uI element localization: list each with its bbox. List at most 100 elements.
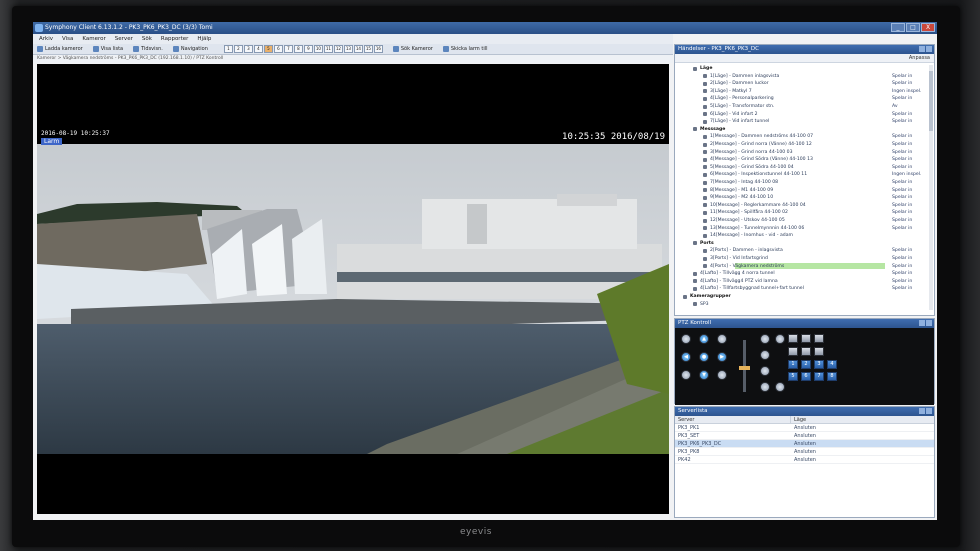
pan-up-button[interactable]: ▲ [699, 334, 709, 344]
zoom-slider-knob[interactable] [739, 366, 750, 371]
zoom-out-button[interactable] [717, 334, 727, 344]
menu-item[interactable]: Server [115, 34, 133, 44]
toolbar-button[interactable]: Sök Kameror [392, 44, 433, 55]
preset-number-button[interactable]: 3 [814, 360, 824, 369]
tree-item[interactable]: 3[Läge] - Matkyl 7 Ingen inspel. [675, 88, 934, 95]
server-row[interactable]: PK42 Ansluten [675, 456, 934, 464]
preset-icon[interactable] [775, 334, 785, 344]
layout-button[interactable]: 13 [343, 45, 353, 53]
layout-button[interactable]: 2 [233, 45, 243, 53]
pan-right-button[interactable]: ▶ [717, 352, 727, 362]
tree-item[interactable]: SP3 [675, 301, 934, 308]
focus-near-button[interactable] [681, 370, 691, 380]
preset-number-button[interactable]: 6 [801, 372, 811, 381]
preset-icon[interactable] [775, 382, 785, 392]
toolbar-button[interactable]: Visa lista [92, 44, 123, 55]
tree-item[interactable]: 4[Läge] - Personalparkering Spelar in [675, 95, 934, 102]
column-state[interactable]: Läge [791, 416, 806, 423]
server-row[interactable]: PK3_SET Ansluten [675, 432, 934, 440]
tree-item[interactable]: 6[Message] - Inspektionstunnel 44-100 11… [675, 171, 934, 178]
server-row[interactable]: PK3_PK6_PK3_DC Ansluten [675, 440, 934, 448]
maximize-button[interactable]: □ [906, 23, 920, 32]
ptz-function-button[interactable] [801, 347, 811, 356]
tree-item[interactable]: 7[Läge] - Vid infart tunnel Spelar in [675, 118, 934, 125]
panel-close-icon[interactable] [926, 320, 932, 326]
menu-item[interactable]: Visa [62, 34, 73, 44]
ptz-function-button[interactable] [788, 334, 798, 343]
tree-item[interactable]: 4[Ports] - Vägkamera nedströms Spelar in [675, 263, 934, 270]
preset-number-button[interactable]: 4 [827, 360, 837, 369]
layout-button[interactable]: 9 [303, 45, 313, 53]
minimize-button[interactable]: _ [891, 23, 905, 32]
toolbar-button[interactable]: Ladda kameror [37, 44, 83, 55]
tree-item[interactable]: 6[Läge] - Vid infart 2 Spelar in [675, 111, 934, 118]
tree-group[interactable]: Ports [675, 240, 934, 247]
column-server[interactable]: Server [675, 416, 791, 423]
preset-number-button[interactable]: 2 [801, 360, 811, 369]
panel-pin-icon[interactable] [919, 408, 925, 414]
layout-button[interactable]: 6 [273, 45, 283, 53]
layout-button[interactable]: 12 [333, 45, 343, 53]
layout-button[interactable]: 10 [313, 45, 323, 53]
tree-item[interactable]: 4[Message] - Grind Södra (Vänne) 44-100 … [675, 156, 934, 163]
tree-item[interactable]: 12[Message] - Utskov 44-100 05 Spelar in [675, 217, 934, 224]
tree-item[interactable]: 5[Läge] - Transformator stn. Av [675, 103, 934, 110]
server-row[interactable]: PK3_PK8 Ansluten [675, 448, 934, 456]
layout-button[interactable]: 8 [293, 45, 303, 53]
layout-button[interactable]: 1 [223, 45, 233, 53]
tree-item[interactable]: 7[Message] - Intag 44-100 08 Spelar in [675, 179, 934, 186]
ptz-function-button[interactable] [801, 334, 811, 343]
menu-item[interactable]: Rapporter [161, 34, 188, 44]
menu-item[interactable]: Arkiv [39, 34, 53, 44]
toolbar-button[interactable]: Skicka larm till [442, 44, 488, 55]
menu-item[interactable]: Kameror [82, 34, 105, 44]
preset-number-button[interactable]: 5 [788, 372, 798, 381]
toolbar-button[interactable]: Tidsvisn. [133, 44, 163, 55]
tree-item[interactable]: 4[Lafto] - Tillfartsbyggnad tunnel+fart … [675, 285, 934, 292]
tree-item[interactable]: 13[Message] - Tunnelmynnnin 44-100 06 Spe… [675, 225, 934, 232]
panel-close-icon[interactable] [926, 46, 932, 52]
close-button[interactable]: X [921, 23, 935, 32]
focus-far-button[interactable] [717, 370, 727, 380]
tree-item[interactable]: 9[Message] - M2 44-100 10 Spelar in [675, 194, 934, 201]
panel-pin-icon[interactable] [919, 320, 925, 326]
tree-item[interactable]: 2[Ports] - Dammen - inlagsvista Spelar in [675, 247, 934, 254]
tree-item[interactable]: 11[Message] - Spillfåra 44-100 02 Spelar … [675, 209, 934, 216]
tree-item[interactable]: 3[Message] - Grind norra 44-100 03 Spelar… [675, 149, 934, 156]
server-row[interactable]: PK3_PK1 Ansluten [675, 424, 934, 432]
toolbar-button[interactable]: Navigation [172, 44, 208, 55]
tree-group[interactable]: Läge [675, 65, 934, 72]
home-button[interactable]: ● [699, 352, 709, 362]
tree-item[interactable]: 8[Message] - M1 44-100 09 Spelar in [675, 187, 934, 194]
layout-button[interactable]: 4 [253, 45, 263, 53]
layout-button[interactable]: 7 [283, 45, 293, 53]
tree-item[interactable]: 3[Ports] - Vid Infartsgrind Spelar in [675, 255, 934, 262]
layout-button[interactable]: 14 [353, 45, 363, 53]
preset-icon[interactable] [760, 334, 770, 344]
tree-group[interactable]: Messsage [675, 126, 934, 133]
adjust-button[interactable]: Anpassa [909, 55, 930, 61]
layout-button[interactable]: 16 [373, 45, 383, 53]
preset-number-button[interactable]: 1 [788, 360, 798, 369]
tree-item[interactable]: 5[Message] - Grind Södra 44-100 04 Spelar… [675, 164, 934, 171]
layout-button[interactable]: 3 [243, 45, 253, 53]
tree-item[interactable]: 2[Läge] - Dammen luckor Spelar in [675, 80, 934, 87]
layout-button[interactable]: 5 [263, 45, 273, 53]
tree-item[interactable]: 1[Message] - Dammen nedströms 44-100 07 S… [675, 133, 934, 140]
preset-icon[interactable] [760, 350, 770, 360]
tree-item[interactable]: 2[Message] - Grind norra (Vänne) 44-100 … [675, 141, 934, 148]
tree-group[interactable]: Kameragrupper [675, 293, 934, 300]
tree-item[interactable]: 14[Message] - Inomhus - vid - adam [675, 232, 934, 239]
tree-item[interactable]: 1[Läge] - Dammen inlagsvista Spelar in [675, 73, 934, 80]
ptz-function-button[interactable] [814, 334, 824, 343]
ptz-function-button[interactable] [814, 347, 824, 356]
layout-button[interactable]: 11 [323, 45, 333, 53]
menu-item[interactable]: Hjälp [197, 34, 211, 44]
preset-number-button[interactable]: 7 [814, 372, 824, 381]
layout-button[interactable]: 15 [363, 45, 373, 53]
preset-icon[interactable] [760, 382, 770, 392]
pan-down-button[interactable]: ▼ [699, 370, 709, 380]
camera-video-view[interactable]: 2016-08-19 10:25:37 Larm 10:25:35 2016/0… [37, 64, 669, 514]
pan-left-button[interactable]: ◀ [681, 352, 691, 362]
tree-item[interactable]: 4[Lafto] - Tillvägg4 PTZ vid lamna Spelar… [675, 278, 934, 285]
